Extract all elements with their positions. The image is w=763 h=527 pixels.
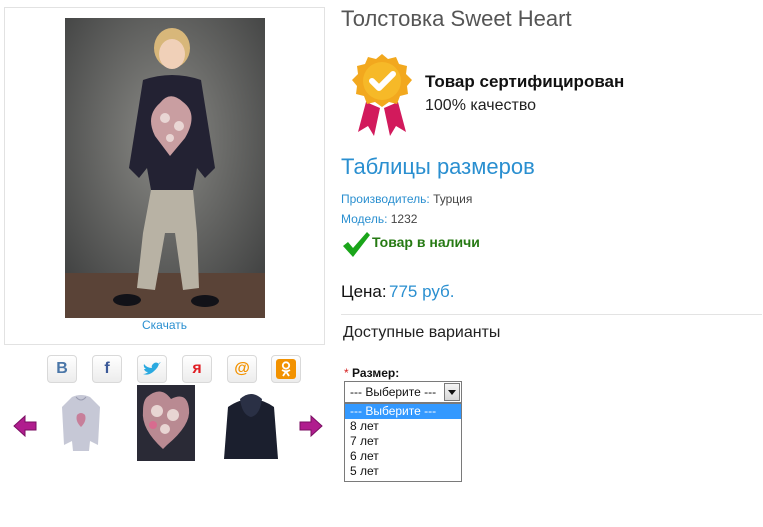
price-label: Цена: — [341, 282, 387, 301]
vk-icon[interactable]: В — [47, 355, 77, 383]
size-dropdown-list[interactable]: --- Выберите --- 8 лет 7 лет 6 лет 5 лет — [344, 403, 462, 482]
facebook-icon[interactable]: f — [92, 355, 122, 383]
stock-status: Товар в наличи — [372, 234, 480, 250]
certificate-subtitle: 100% качество — [425, 97, 537, 114]
size-select[interactable]: --- Выберите --- — [344, 381, 462, 403]
divider — [341, 314, 762, 315]
download-link[interactable]: Скачать — [0, 318, 329, 332]
certificate-badge-icon — [350, 52, 414, 136]
product-title: Толстовка Sweet Heart — [341, 6, 572, 31]
variants-heading: Доступные варианты — [343, 324, 501, 341]
size-option[interactable]: 7 лет — [345, 434, 461, 449]
size-table-link[interactable]: Таблицы размеров — [341, 154, 535, 180]
yaru-icon[interactable]: я — [182, 355, 212, 383]
model-label: Модель: — [341, 212, 388, 226]
mailru-icon[interactable]: @ — [227, 355, 257, 383]
size-option[interactable]: --- Выберите --- — [345, 404, 461, 419]
certificate-title: Товар сертифицирован — [425, 72, 625, 91]
manufacturer-value: Турция — [433, 192, 473, 206]
main-product-image[interactable] — [65, 18, 265, 318]
manufacturer-row: Производитель: Турция — [341, 192, 472, 206]
thumbnail-2[interactable] — [137, 385, 195, 461]
odnoklassniki-icon[interactable] — [271, 355, 301, 383]
chevron-down-icon[interactable] — [444, 383, 460, 401]
size-select-value: --- Выберите --- — [350, 385, 437, 399]
size-option[interactable]: 5 лет — [345, 464, 461, 479]
prev-arrow-icon[interactable] — [12, 413, 38, 439]
checkmark-icon — [341, 230, 371, 258]
manufacturer-label[interactable]: Производитель: — [341, 192, 430, 206]
model-value: 1232 — [390, 212, 418, 226]
twitter-icon[interactable] — [137, 355, 167, 383]
size-option[interactable]: 6 лет — [345, 449, 461, 464]
required-mark: * — [344, 366, 349, 380]
size-label: Размер: — [352, 366, 400, 380]
next-arrow-icon[interactable] — [298, 413, 324, 439]
price-value: 775 руб. — [389, 282, 455, 301]
model-row: Модель: 1232 — [341, 212, 417, 226]
thumbnail-3[interactable] — [222, 385, 280, 461]
size-option[interactable]: 8 лет — [345, 419, 461, 434]
thumbnail-1[interactable] — [52, 385, 110, 461]
